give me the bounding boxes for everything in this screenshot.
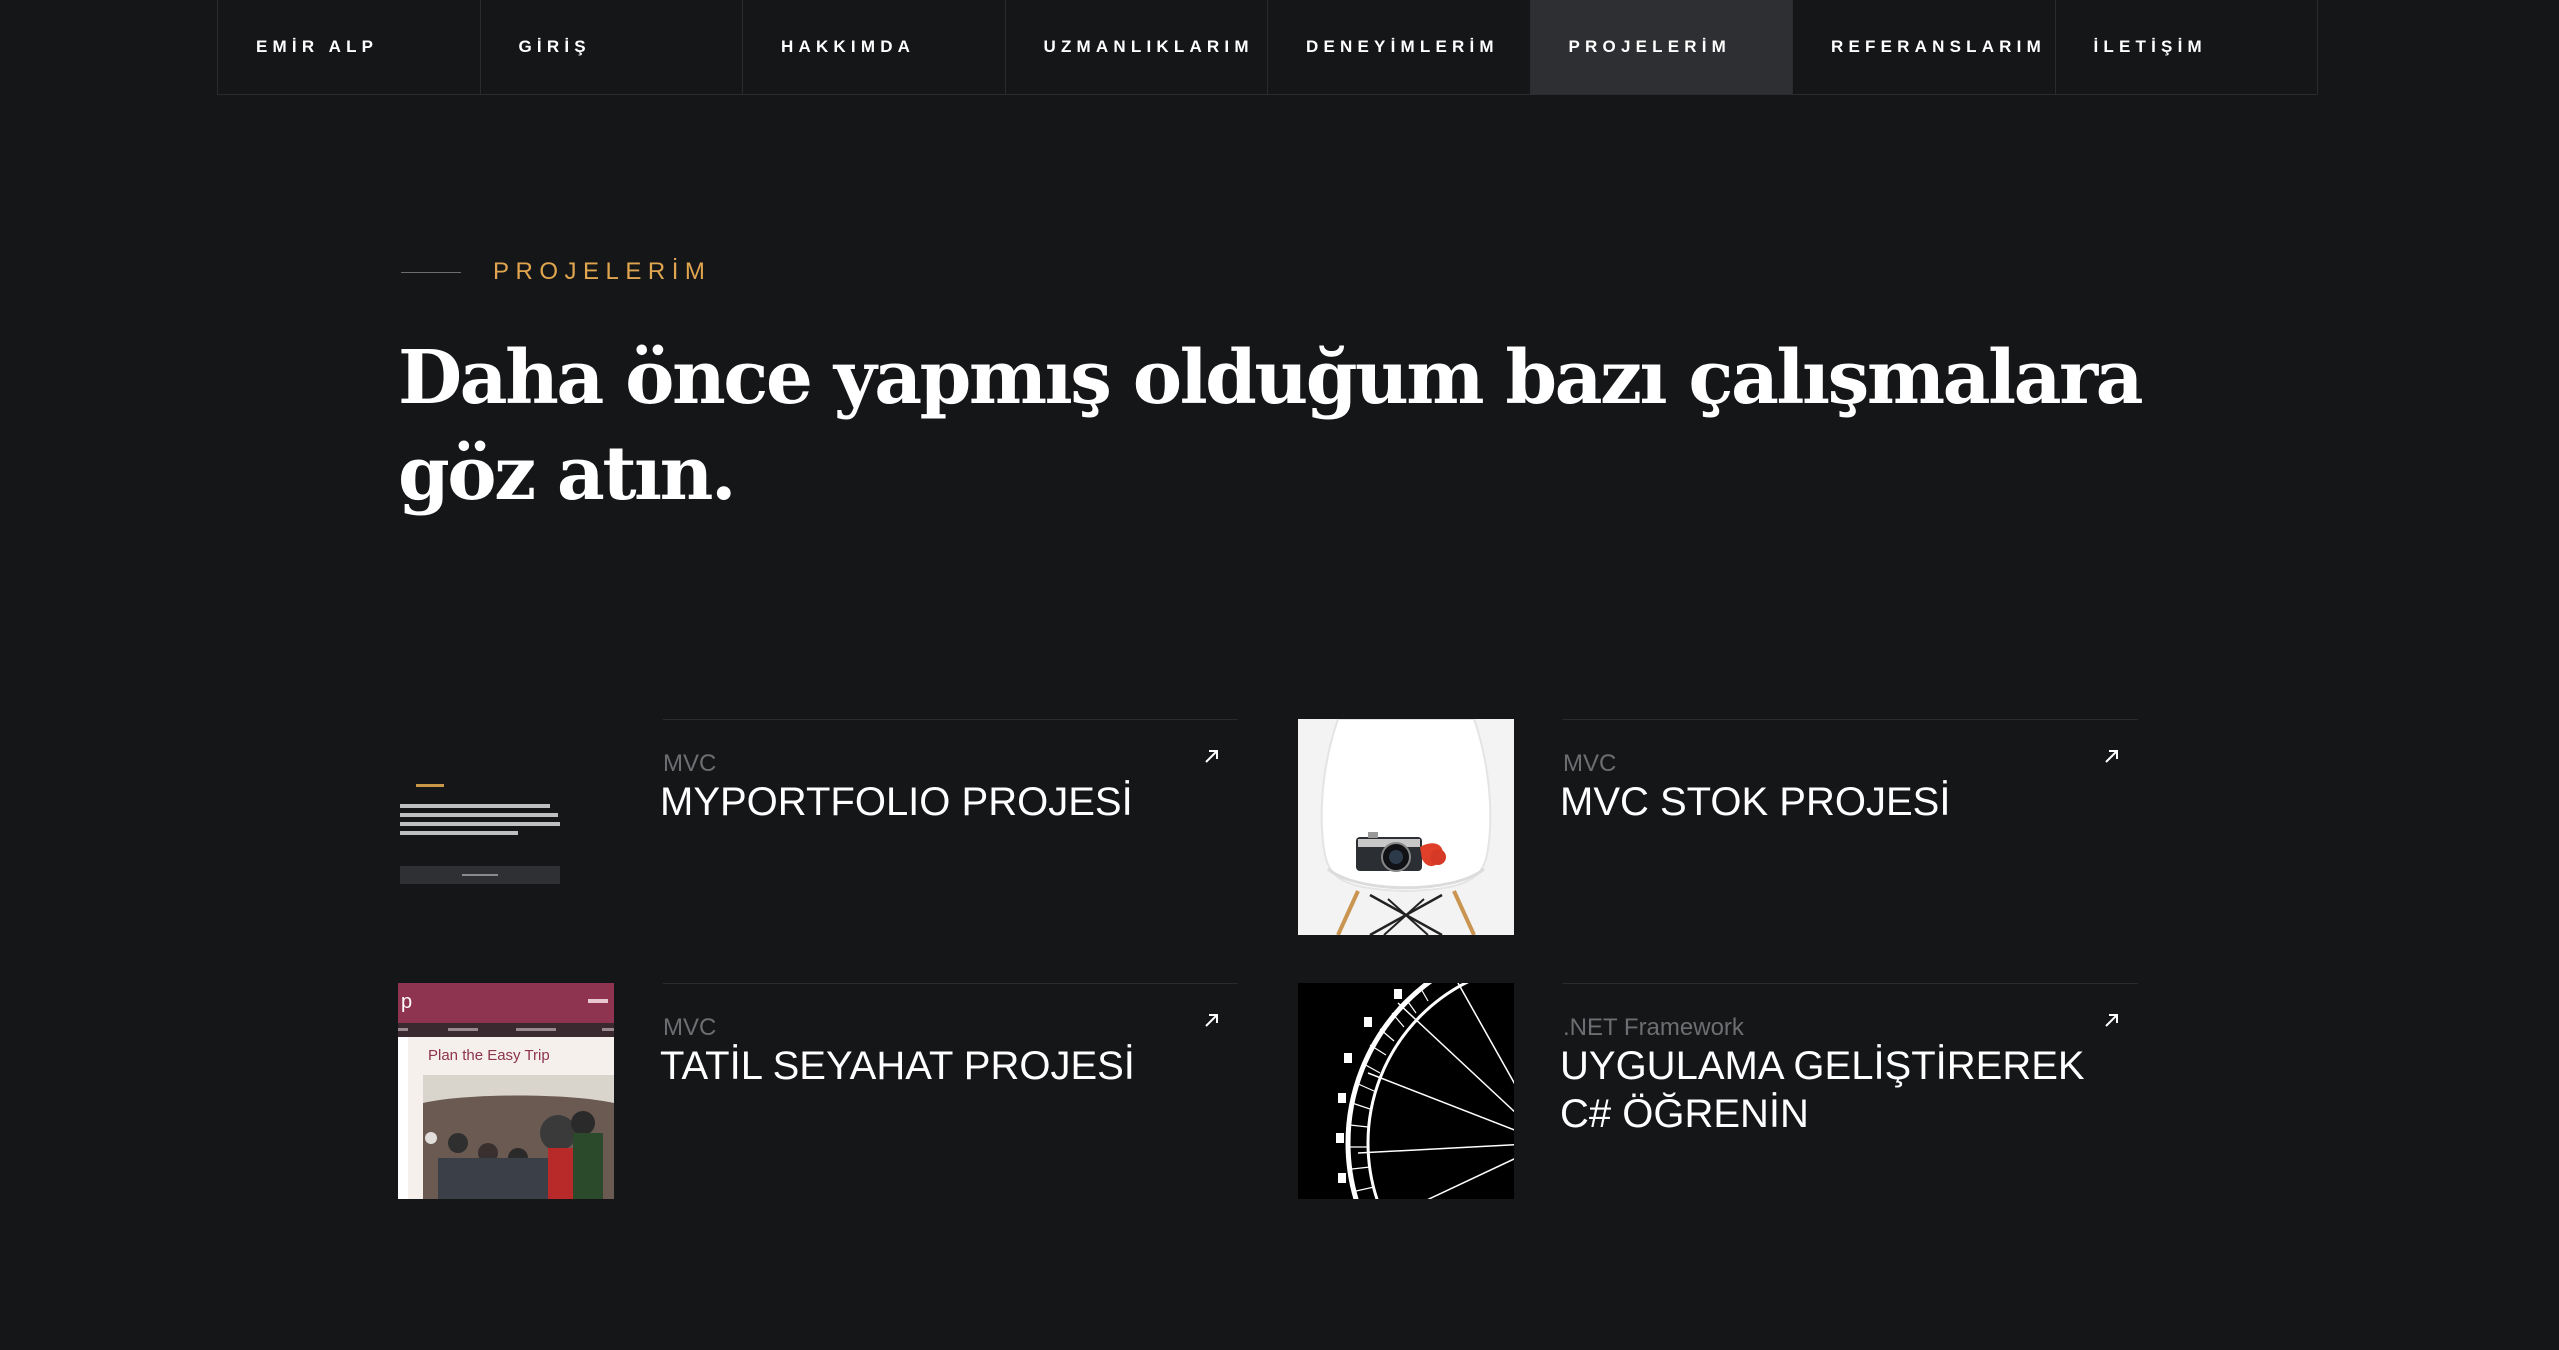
project-thumbnail-camera[interactable] <box>1298 719 1514 935</box>
external-link-arrow-icon[interactable] <box>2102 746 2122 766</box>
project-title[interactable]: MYPORTFOLIO PROJESİ <box>660 778 1220 826</box>
project-category: MVC <box>1563 750 1617 777</box>
project-thumbnail-portfolio[interactable] <box>398 719 614 935</box>
project-category: MVC <box>663 1014 717 1041</box>
section-headline: Daha önce yapmış olduğum bazı çalışmalar… <box>398 330 2158 522</box>
camera-on-chair-image <box>1298 719 1514 935</box>
nav-item-uzmanliklarim[interactable]: UZMANLIKLARIM <box>1006 0 1268 94</box>
nav-item-deneyimlerim[interactable]: DENEYİMLERİM <box>1268 0 1531 94</box>
project-thumbnail-ferris-wheel[interactable] <box>1298 983 1514 1199</box>
project-card-tatil-seyahat[interactable]: p Plan the Easy Trip MVC TATİL SEYAHAT P… <box>398 983 1278 1199</box>
nav-item-projelerim[interactable]: PROJELERİM <box>1530 0 1793 94</box>
project-title[interactable]: MVC STOK PROJESİ <box>1560 778 2120 826</box>
travel-site-image: p Plan the Easy Trip <box>398 983 614 1199</box>
project-info: MVC MYPORTFOLIO PROJESİ <box>660 719 1238 935</box>
project-info: .NET Framework UYGULAMA GELİŞTİREREK C# … <box>1560 983 2138 1199</box>
headline-line-1: Daha önce yapmış olduğum bazı çalışmalar… <box>398 335 2144 421</box>
project-info: MVC MVC STOK PROJESİ <box>1560 719 2138 935</box>
nav-item-giris[interactable]: GİRİŞ <box>481 0 743 94</box>
thumb-text-line <box>400 813 558 817</box>
thumb-accent-label <box>416 784 444 787</box>
thumb-text-line <box>400 804 550 808</box>
section-eyebrow: PROJELERİM <box>401 258 711 286</box>
eyebrow-divider <box>401 271 461 273</box>
thumb-button <box>400 866 560 884</box>
external-link-arrow-icon[interactable] <box>2102 1010 2122 1030</box>
nav-item-iletisim[interactable]: İLETİŞİM <box>2056 0 2318 94</box>
project-info: MVC TATİL SEYAHAT PROJESİ <box>660 983 1238 1199</box>
thumb-travel-heading: Plan the Easy Trip <box>428 1047 550 1064</box>
headline-line-2: göz atın. <box>398 431 737 517</box>
svg-text:p: p <box>401 991 412 1013</box>
top-nav: EMİR ALP GİRİŞ HAKKIMDA UZMANLIKLARIM DE… <box>217 0 2318 95</box>
thumb-text-line <box>400 831 518 835</box>
nav-item-hakkimda[interactable]: HAKKIMDA <box>743 0 1006 94</box>
external-link-arrow-icon[interactable] <box>1202 1010 1222 1030</box>
eyebrow-label: PROJELERİM <box>493 258 712 285</box>
external-link-arrow-icon[interactable] <box>1202 746 1222 766</box>
thumb-text-line <box>400 822 560 826</box>
project-category: MVC <box>663 750 717 777</box>
project-category: .NET Framework <box>1563 1014 1744 1041</box>
project-title[interactable]: TATİL SEYAHAT PROJESİ <box>660 1042 1220 1090</box>
project-card-myportfolio[interactable]: MVC MYPORTFOLIO PROJESİ <box>398 719 1278 935</box>
nav-item-referanslarim[interactable]: REFERANSLARIM <box>1793 0 2056 94</box>
ferris-wheel-image <box>1298 983 1514 1199</box>
project-thumbnail-travel[interactable]: p Plan the Easy Trip <box>398 983 614 1199</box>
project-title[interactable]: UYGULAMA GELİŞTİREREK C# ÖĞRENİN <box>1560 1042 2120 1138</box>
project-card-csharp[interactable]: .NET Framework UYGULAMA GELİŞTİREREK C# … <box>1298 983 2178 1199</box>
nav-item-brand[interactable]: EMİR ALP <box>218 0 481 94</box>
project-card-mvc-stok[interactable]: MVC MVC STOK PROJESİ <box>1298 719 2178 935</box>
